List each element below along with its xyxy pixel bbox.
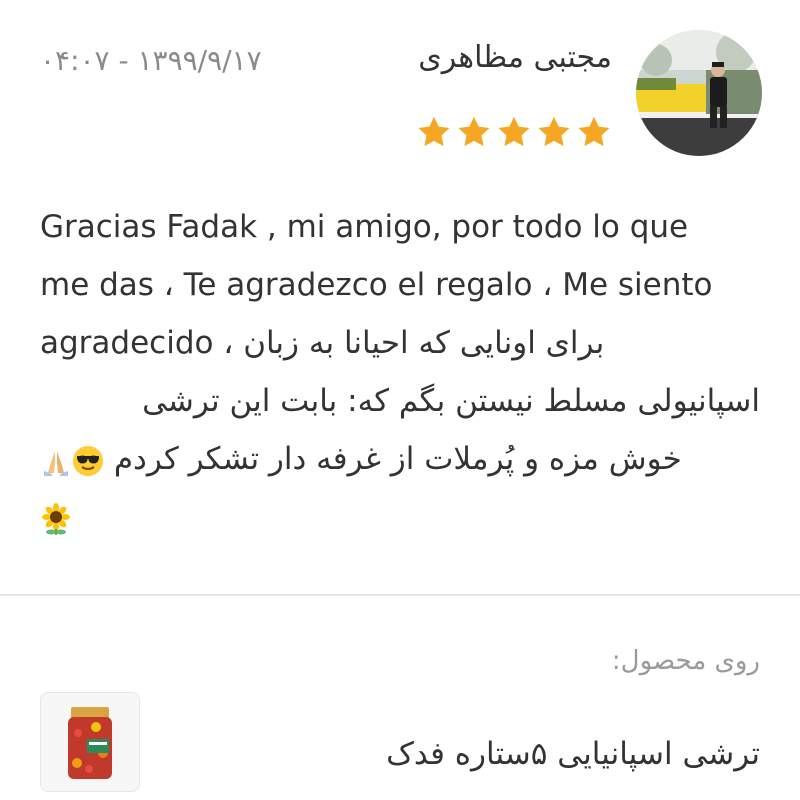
review-line-3-text: agradecido ، برای اونایی که احیانا به زب…: [40, 325, 605, 361]
user-photo-avatar-icon: [636, 30, 762, 156]
review-line-5: خوش مزه و پُرملات از غرفه دار تشکر کردم: [40, 430, 760, 488]
product-name[interactable]: ترشی اسپانیایی ۵ستاره فدک: [386, 736, 760, 772]
sunflower-emoji-icon: [40, 502, 72, 535]
product-caption: روی محصول:: [611, 646, 760, 676]
star-icon: [538, 116, 570, 147]
pickle-jar-image-icon: [41, 693, 139, 791]
author-avatar[interactable]: [636, 30, 762, 156]
review-line-2: me das ، Te agradezco el regalo ، Me sie…: [40, 267, 713, 303]
sunglasses-emoji-icon: [72, 445, 104, 477]
star-icon: [418, 116, 450, 147]
review-line-6: [40, 488, 760, 546]
product-thumbnail[interactable]: [40, 692, 140, 792]
review-line-1: Gracias Fadak , mi amigo, por todo lo qu…: [40, 209, 689, 245]
section-divider: [0, 594, 800, 596]
star-icon: [578, 116, 610, 147]
rating-stars: [416, 114, 612, 150]
review-line-5-text: خوش مزه و پُرملات از غرفه دار تشکر کردم: [113, 441, 682, 477]
review-line-3: agradecido ، برای اونایی که احیانا به زب…: [40, 314, 760, 372]
review-line-4: اسپانیولی مسلط نیستن بگم که: بابت این تر…: [142, 383, 760, 419]
review-page: مجتبی مظاهری ۰۴:۰۷ - ۱۳۹۹/۹/۱۷ Gracias F…: [0, 0, 800, 800]
review-date: ۰۴:۰۷ - ۱۳۹۹/۹/۱۷: [40, 44, 262, 77]
star-icon: [498, 116, 530, 147]
review-body: Gracias Fadak , mi amigo, por todo lo qu…: [40, 198, 760, 546]
folded-hands-emoji-icon: [40, 445, 72, 477]
product-card[interactable]: ترشی اسپانیایی ۵ستاره فدک: [40, 692, 760, 792]
author-name[interactable]: مجتبی مظاهری: [418, 40, 612, 75]
star-icon: [458, 116, 490, 147]
